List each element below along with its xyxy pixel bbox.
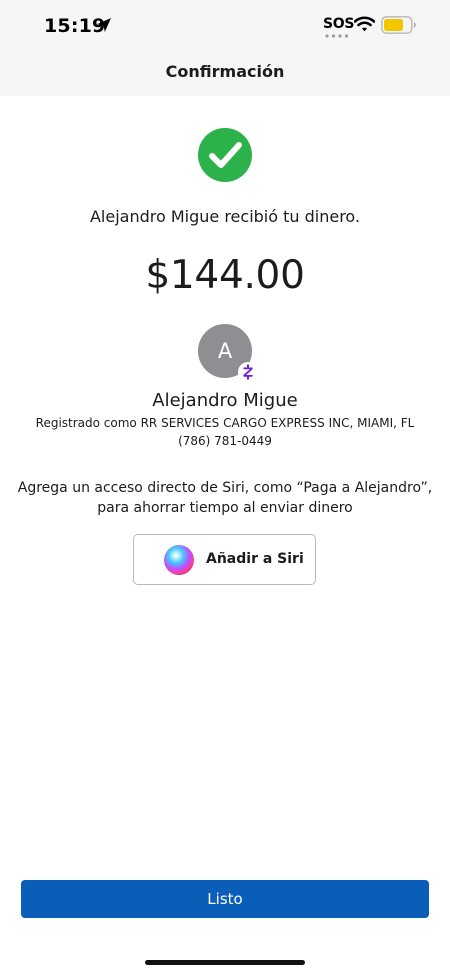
- battery-icon: [381, 16, 416, 34]
- amount-sent: $144.00: [145, 253, 305, 298]
- recipient-name: Alejandro Migue: [152, 390, 298, 411]
- success-check-icon: [198, 128, 252, 182]
- signal-dots-icon: [325, 34, 349, 38]
- recipient-phone: (786) 781-0449: [178, 434, 272, 448]
- sos-indicator: SOS: [323, 16, 355, 32]
- confirmation-message: Alejandro Migue recibió tu dinero.: [89, 207, 361, 226]
- done-button[interactable]: Listo: [21, 880, 429, 918]
- zelle-badge: [238, 362, 258, 382]
- siri-prompt-line-2: para ahorrar tiempo al enviar dinero: [97, 500, 353, 516]
- zelle-icon: [243, 364, 253, 380]
- page-title: Confirmación: [165, 62, 285, 81]
- location-arrow-icon: [97, 18, 111, 32]
- avatar-initial: A: [217, 339, 233, 363]
- recipient-registered-as: Registrado como RR SERVICES CARGO EXPRES…: [35, 416, 415, 430]
- siri-prompt-line-1: Agrega un acceso directo de Siri, como “…: [17, 480, 433, 496]
- add-to-siri-label: Añadir a Siri: [206, 551, 304, 567]
- header-area: 15:19 SOS Confirmación: [0, 0, 450, 96]
- wifi-icon: [354, 16, 375, 32]
- siri-icon: [164, 545, 194, 575]
- status-bar: 15:19 SOS: [0, 0, 450, 54]
- home-indicator[interactable]: [145, 960, 305, 965]
- siri-prompt: Agrega un acceso directo de Siri, como “…: [0, 478, 450, 518]
- add-to-siri-button[interactable]: Añadir a Siri: [133, 534, 316, 585]
